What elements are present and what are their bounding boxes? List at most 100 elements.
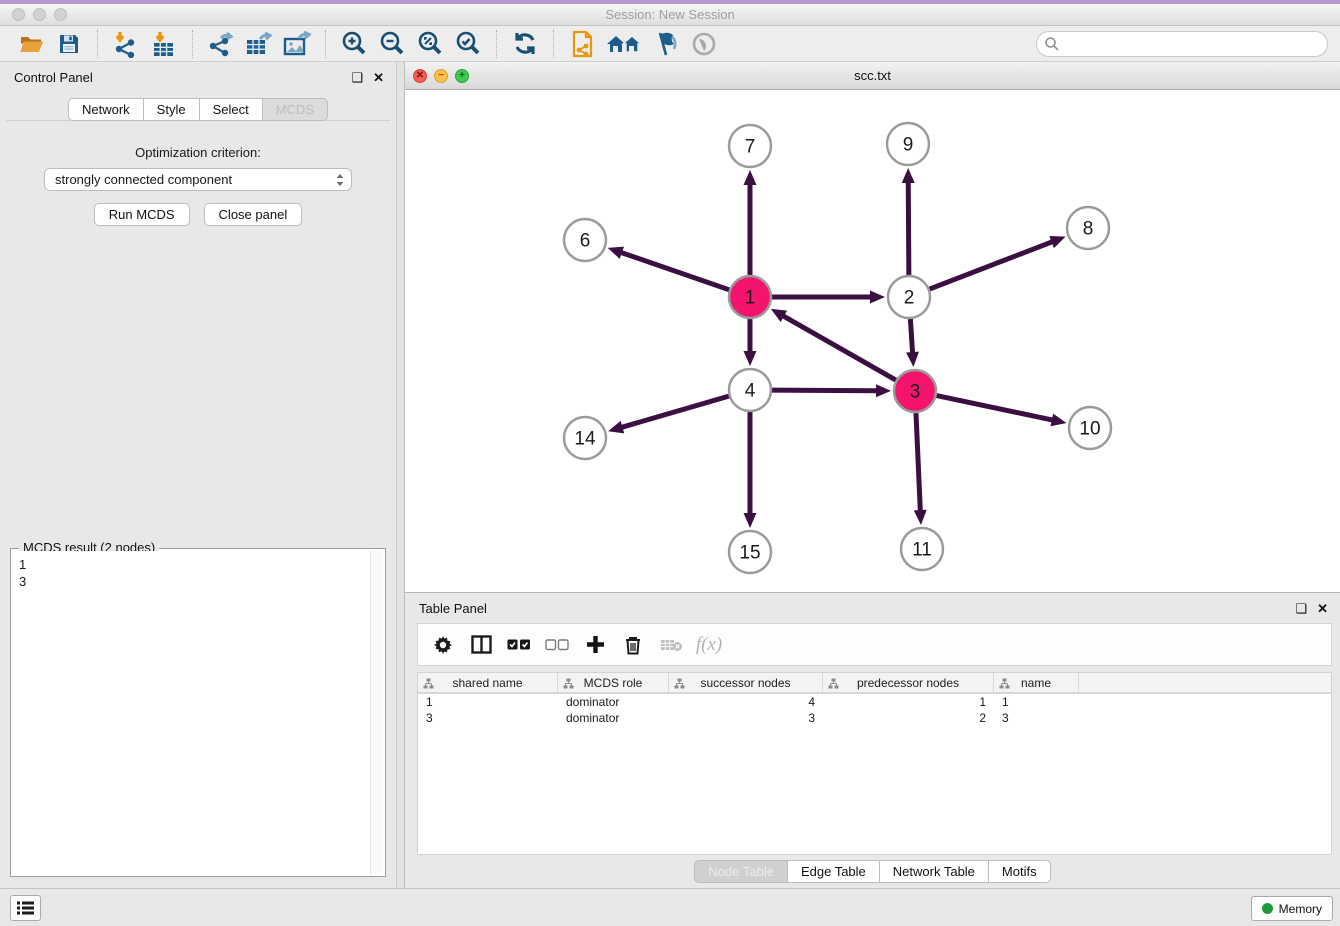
graph-edge-arrowhead: [608, 247, 624, 259]
graph-edge-2-9[interactable]: [908, 181, 909, 275]
network-minimize-button[interactable]: −: [434, 69, 448, 83]
close-panel-button[interactable]: Close panel: [204, 203, 303, 226]
zoom-in-button[interactable]: [338, 29, 370, 59]
float-table-panel-icon[interactable]: ❑: [1295, 602, 1307, 615]
graph-edge-2-3[interactable]: [910, 319, 912, 354]
graph-edge-3-10[interactable]: [937, 396, 1054, 421]
close-window-button[interactable]: [12, 8, 25, 21]
main-toolbar: [0, 26, 1340, 62]
close-table-panel-icon[interactable]: ✕: [1317, 602, 1328, 615]
delete-column-button[interactable]: [618, 630, 648, 660]
graph-edge-1-6[interactable]: [620, 252, 729, 290]
table-cell[interactable]: 3: [669, 711, 823, 725]
tab-node-table[interactable]: Node Table: [694, 860, 788, 883]
network-graph[interactable]: 7968124314101511: [405, 90, 1340, 593]
graph-edge-3-1[interactable]: [782, 315, 896, 380]
criterion-select[interactable]: strongly connected component: [44, 168, 352, 191]
tab-network[interactable]: Network: [68, 98, 144, 121]
graph-node-label-1: 1: [745, 288, 756, 309]
graph-edge-2-8[interactable]: [930, 241, 1054, 289]
graph-node-label-2: 2: [904, 288, 915, 309]
table-cell[interactable]: 1: [823, 695, 994, 709]
table-cell[interactable]: dominator: [558, 695, 669, 709]
table-panel-title: Table Panel: [419, 601, 487, 616]
node-table[interactable]: shared name MCDS rolesuccessor nodesprede…: [417, 672, 1332, 855]
column-type-icon: [828, 678, 839, 689]
tab-edge-table[interactable]: Edge Table: [788, 860, 880, 883]
float-panel-icon[interactable]: ❑: [351, 71, 363, 84]
panel-splitter[interactable]: [396, 62, 405, 888]
tab-style[interactable]: Style: [144, 98, 200, 121]
close-panel-icon[interactable]: ✕: [373, 71, 384, 84]
network-canvas[interactable]: 7968124314101511: [405, 90, 1340, 592]
tab-network-table[interactable]: Network Table: [880, 860, 989, 883]
annotations-button[interactable]: [650, 29, 682, 59]
toggle-panes-button[interactable]: [466, 630, 496, 660]
plus-icon: [586, 635, 605, 654]
graph-edge-arrowhead: [902, 168, 915, 183]
table-row[interactable]: 3dominator323: [418, 710, 1331, 726]
titlebar[interactable]: Session: New Session: [0, 4, 1340, 26]
zoom-selected-button[interactable]: [452, 29, 484, 59]
table-cell[interactable]: 3: [994, 711, 1079, 725]
column-type-icon: [563, 678, 574, 689]
table-row[interactable]: 1dominator411: [418, 694, 1331, 710]
table-cell[interactable]: 1: [994, 695, 1079, 709]
export-network-button[interactable]: [205, 29, 237, 59]
table-cell[interactable]: 2: [823, 711, 994, 725]
delete-table-button[interactable]: [656, 630, 686, 660]
minimize-window-button[interactable]: [33, 8, 46, 21]
export-network-icon: [207, 30, 235, 58]
table-toolbar: f(x): [417, 623, 1332, 666]
memory-button[interactable]: Memory: [1251, 896, 1333, 921]
network-from-file-button[interactable]: [566, 29, 598, 59]
export-image-button[interactable]: [281, 29, 313, 59]
mcds-result-text[interactable]: 1 3: [13, 551, 369, 874]
graph-edge-3-11[interactable]: [916, 413, 920, 512]
network-window-titlebar[interactable]: ✕ − + scc.txt: [405, 62, 1340, 90]
add-column-button[interactable]: [580, 630, 610, 660]
column-header-label: shared name: [452, 676, 522, 690]
column-header-shared-name[interactable]: shared name: [418, 673, 558, 692]
toolbar-separator: [496, 30, 497, 58]
column-header-name[interactable]: name: [994, 673, 1079, 692]
table-cell[interactable]: 4: [669, 695, 823, 709]
tab-motifs[interactable]: Motifs: [989, 860, 1051, 883]
home-button[interactable]: [604, 29, 644, 59]
table-cell[interactable]: 1: [418, 695, 558, 709]
search-icon: [1044, 36, 1060, 52]
graph-edge-arrowhead: [876, 384, 891, 397]
import-table-button[interactable]: [148, 29, 180, 59]
save-session-button[interactable]: [53, 29, 85, 59]
result-scrollbar[interactable]: [370, 551, 383, 874]
graph-edge-arrowhead: [1049, 236, 1065, 248]
tab-select[interactable]: Select: [200, 98, 263, 121]
zoom-window-button[interactable]: [54, 8, 67, 21]
graph-edge-4-14[interactable]: [621, 396, 729, 428]
search-input[interactable]: [1060, 35, 1320, 52]
birdseye-toggle-button[interactable]: [688, 29, 720, 59]
memory-status-icon: [1262, 903, 1273, 914]
show-panels-button[interactable]: [10, 895, 41, 921]
zoom-out-button[interactable]: [376, 29, 408, 59]
export-table-button[interactable]: [243, 29, 275, 59]
deselect-all-button[interactable]: [542, 630, 572, 660]
import-network-button[interactable]: [110, 29, 142, 59]
search-box[interactable]: [1036, 31, 1328, 57]
column-header-MCDS-role[interactable]: MCDS role: [558, 673, 669, 692]
select-all-button[interactable]: [504, 630, 534, 660]
column-header-predecessor-nodes[interactable]: predecessor nodes: [823, 673, 994, 692]
network-close-button[interactable]: ✕: [413, 69, 427, 83]
tab-mcds[interactable]: MCDS: [263, 98, 328, 121]
apply-layout-button[interactable]: [509, 29, 541, 59]
run-mcds-button[interactable]: Run MCDS: [94, 203, 190, 226]
table-cell[interactable]: 3: [418, 711, 558, 725]
table-cell[interactable]: dominator: [558, 711, 669, 725]
graph-edge-4-3[interactable]: [772, 390, 878, 391]
open-session-button[interactable]: [15, 29, 47, 59]
function-builder-button[interactable]: f(x): [694, 630, 724, 660]
column-header-successor-nodes[interactable]: successor nodes: [669, 673, 823, 692]
network-zoom-button[interactable]: +: [455, 69, 469, 83]
zoom-fit-button[interactable]: [414, 29, 446, 59]
table-settings-button[interactable]: [428, 630, 458, 660]
